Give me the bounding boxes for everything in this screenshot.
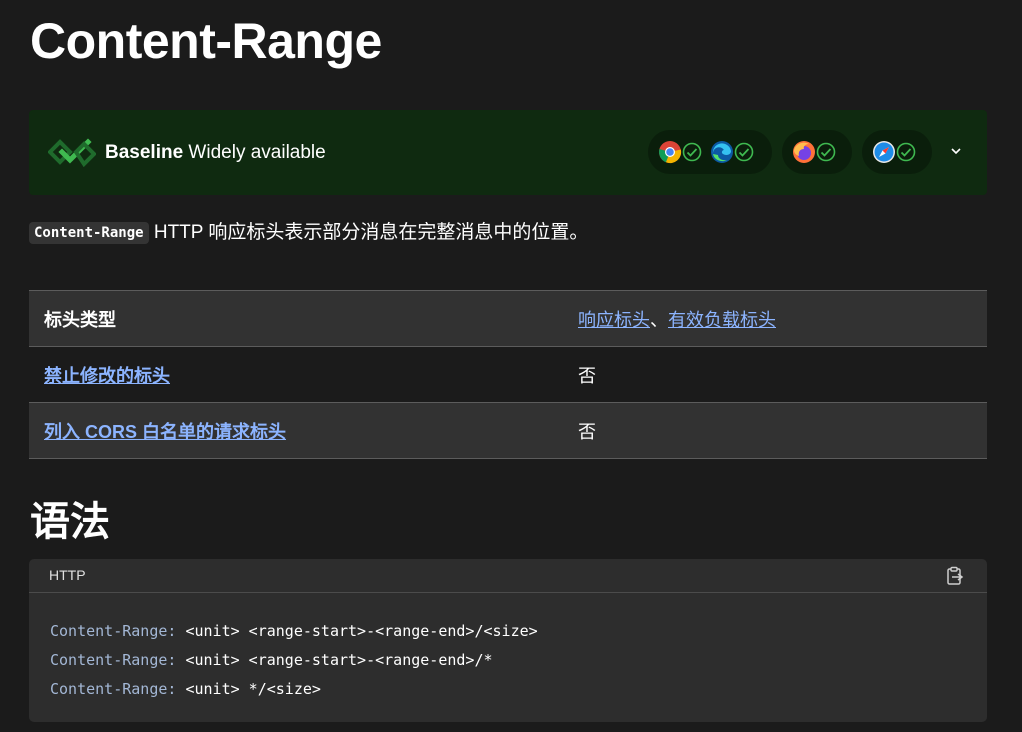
code-language: HTTP bbox=[49, 567, 86, 583]
syntax-heading: 语法 bbox=[30, 499, 110, 545]
browser-group-safari bbox=[862, 130, 932, 174]
baseline-label: Baseline Widely available bbox=[105, 141, 326, 165]
baseline-banner[interactable]: Baseline Widely available bbox=[29, 110, 987, 195]
table-value: 响应标头、有效负载标头 bbox=[563, 290, 987, 347]
firefox-icon bbox=[793, 141, 815, 163]
browser-chrome bbox=[658, 140, 702, 164]
baseline-label-rest: Widely available bbox=[183, 142, 326, 163]
table-key: 禁止修改的标头 bbox=[29, 346, 563, 403]
table-row: 禁止修改的标头 否 bbox=[29, 346, 987, 403]
supported-check-icon bbox=[734, 142, 754, 162]
code-block: HTTP Content-Range: <unit> <range-start>… bbox=[29, 559, 987, 722]
code-line: Content-Range: <unit> <range-start>-<ran… bbox=[50, 651, 493, 669]
code-line: Content-Range: <unit> */<size> bbox=[50, 680, 321, 698]
supported-check-icon bbox=[896, 142, 916, 162]
forbidden-header-link[interactable]: 禁止修改的标头 bbox=[44, 366, 170, 386]
code-block-header: HTTP bbox=[29, 559, 987, 593]
browser-safari bbox=[872, 140, 916, 164]
code-line: Content-Range: <unit> <range-start>-<ran… bbox=[50, 622, 538, 640]
edge-icon bbox=[711, 141, 733, 163]
header-directives: <unit> <range-start>-<range-end>/* bbox=[176, 651, 493, 669]
baseline-label-bold: Baseline bbox=[105, 142, 184, 163]
browser-edge bbox=[710, 140, 754, 164]
supported-check-icon bbox=[816, 142, 836, 162]
header-directives: <unit> */<size> bbox=[176, 680, 321, 698]
header-directives: <unit> <range-start>-<range-end>/<size> bbox=[176, 622, 538, 640]
header-name: Content-Range: bbox=[50, 651, 177, 669]
safari-icon bbox=[873, 141, 895, 163]
chrome-icon bbox=[659, 141, 682, 164]
header-name: Content-Range: bbox=[50, 680, 177, 698]
code-content: Content-Range: <unit> <range-start>-<ran… bbox=[50, 617, 538, 704]
table-value: 否 bbox=[563, 346, 987, 403]
table-key: 列入 CORS 白名单的请求标头 bbox=[29, 402, 563, 459]
table-row: 列入 CORS 白名单的请求标头 否 bbox=[29, 402, 987, 459]
properties-table: 标头类型 响应标头、有效负载标头 禁止修改的标头 否 列入 CORS 白名单的请… bbox=[29, 290, 987, 459]
browser-firefox bbox=[792, 140, 836, 164]
value-separator: 、 bbox=[650, 309, 668, 330]
page-title: Content-Range bbox=[30, 13, 382, 69]
table-value: 否 bbox=[563, 402, 987, 459]
header-name: Content-Range: bbox=[50, 622, 177, 640]
chevron-down-icon[interactable] bbox=[949, 144, 963, 158]
intro-paragraph: Content-Range HTTP 响应标头表示部分消息在完整消息中的位置。 bbox=[29, 220, 588, 247]
payload-header-link[interactable]: 有效负载标头 bbox=[668, 310, 776, 330]
response-header-link[interactable]: 响应标头 bbox=[578, 310, 650, 330]
table-row: 标头类型 响应标头、有效负载标头 bbox=[29, 290, 987, 347]
baseline-check-icon bbox=[48, 138, 96, 167]
supported-check-icon bbox=[682, 142, 702, 162]
table-key: 标头类型 bbox=[29, 290, 563, 347]
browser-group-chromium bbox=[648, 130, 772, 174]
intro-code: Content-Range bbox=[29, 222, 149, 244]
copy-icon[interactable] bbox=[945, 566, 965, 586]
cors-safelisted-header-link[interactable]: 列入 CORS 白名单的请求标头 bbox=[44, 422, 286, 442]
intro-text: HTTP 响应标头表示部分消息在完整消息中的位置。 bbox=[148, 222, 589, 243]
browser-group-firefox bbox=[782, 130, 852, 174]
